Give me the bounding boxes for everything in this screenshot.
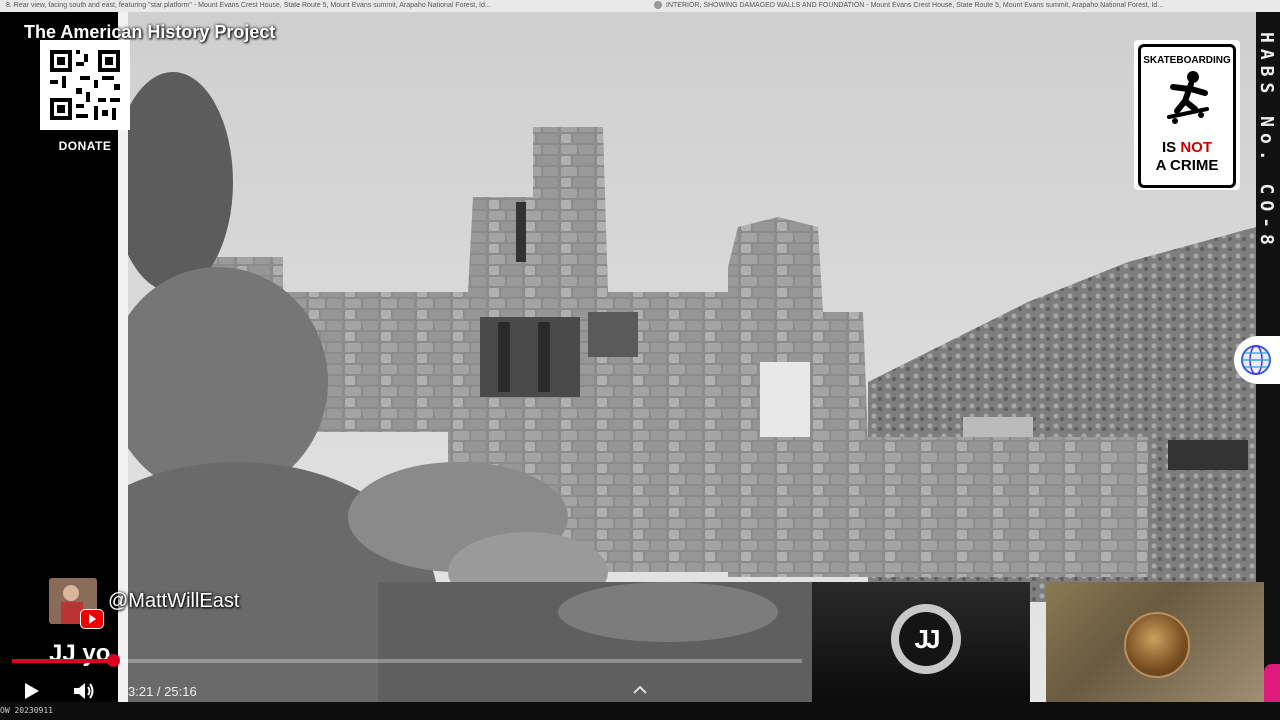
tab-favicon-icon [654,1,662,10]
browser-tab[interactable]: 8. Rear view, facing south and east, fea… [6,0,631,12]
participant-logo: JJ [891,604,961,674]
time-display: 3:21 / 25:16 [128,684,197,699]
tab-title: INTERIOR, SHOWING DAMAGED WALLS AND FOUN… [666,2,1164,9]
donate-label: DONATE [58,139,112,153]
chevron-up-icon[interactable] [631,683,649,695]
participant-logo-text: JJ [899,612,953,666]
photo-edge-text: HABS No. CO-8 [1256,32,1277,251]
sign-line-2: A CRIME [1155,157,1219,174]
browser-tab[interactable]: INTERIOR, SHOWING DAMAGED WALLS AND FOUN… [654,0,1274,12]
chat-username: @MattWillEast [108,590,240,612]
bottom-bar [0,702,1280,720]
sign-emphasis: NOT [1180,139,1212,156]
play-icon[interactable] [20,680,42,702]
skateboarder-icon [1167,71,1209,124]
participant-tile[interactable]: JJ [812,582,1030,702]
progress-bar[interactable] [12,654,802,667]
skateboarding-sign: SKATEBOARDING IS NOT A CRIME [1134,40,1240,190]
chat-message: JJ yo [49,640,111,667]
sign-top-text: SKATEBOARDING [1143,55,1231,66]
sign-line-1: IS NOT [1141,139,1233,156]
participant-tile[interactable] [1264,664,1280,702]
participant-tile[interactable] [1046,582,1264,702]
progress-fill [12,659,114,663]
sign-line-1-prefix: IS [1161,139,1181,156]
translate-button[interactable] [1234,336,1280,384]
browser-tab-strip: 8. Rear view, facing south and east, fea… [0,0,1280,12]
volume-icon[interactable] [72,680,96,702]
tab-title: 8. Rear view, facing south and east, fea… [6,2,491,9]
youtube-icon [80,609,104,629]
donate-qr-code[interactable] [40,40,130,130]
globe-icon [1241,345,1271,375]
participant-avatar [1124,612,1190,678]
bottom-stamp: OW 20230911 [0,706,53,715]
sign-border: SKATEBOARDING IS NOT A CRIME [1138,44,1236,188]
